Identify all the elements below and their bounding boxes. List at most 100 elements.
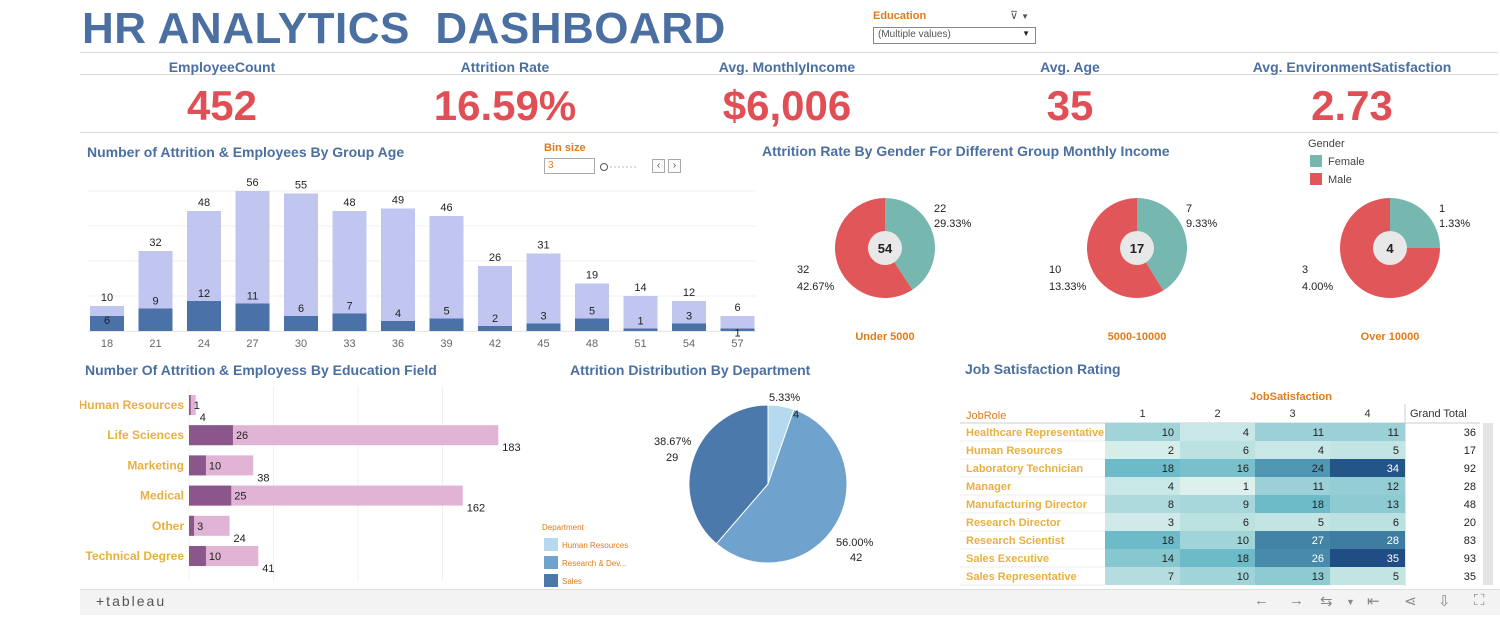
x-tick-label: 27 [246, 338, 258, 350]
job-role-label: Human Resources [966, 445, 1063, 457]
pie-total-label: 4 [1386, 241, 1394, 256]
education-field-label: Other [152, 519, 184, 533]
grand-total-value: 93 [1464, 553, 1476, 565]
x-tick-label: 39 [440, 338, 452, 350]
employee-value-label: 162 [467, 503, 485, 515]
heatmap-value: 18 [1312, 499, 1324, 511]
heatmap-value: 4 [1318, 445, 1324, 457]
heatmap-value: 5 [1318, 517, 1324, 529]
employee-value-label: 55 [295, 180, 307, 192]
female-count-label: 7 [1186, 203, 1192, 215]
heatmap-value: 13 [1312, 571, 1324, 583]
education-filter-label: Education [873, 10, 927, 22]
pie-total-label: 54 [878, 241, 893, 256]
job-role-label: Research Director [966, 517, 1061, 529]
divider [80, 52, 1498, 53]
sales-swatch [544, 574, 558, 587]
tableau-logo[interactable]: +tableau [96, 593, 166, 609]
x-tick-label: 36 [392, 338, 404, 350]
legend-item-hr[interactable]: Human Resources [544, 538, 628, 551]
department-pie-chart: 5.33% 4 56.00% 42 38.67% 29 [654, 392, 874, 564]
download-icon[interactable]: ⇩ [1438, 592, 1451, 610]
heatmap-value: 6 [1393, 517, 1399, 529]
attrition-bar [623, 328, 658, 331]
chevron-down-icon[interactable]: ▼ [1021, 12, 1029, 21]
legend-label: Sales [562, 577, 583, 586]
attrition-value-label: 12 [198, 288, 210, 300]
employee-value-label: 48 [343, 197, 355, 209]
heatmap-value: 5 [1393, 571, 1399, 583]
grand-total-header: Grand Total [1410, 408, 1467, 420]
attrition-value-label: 3 [197, 521, 203, 533]
kpi-value: 16.59% [433, 82, 577, 129]
column-header: JobSatisfaction [1250, 391, 1332, 403]
fullscreen-icon[interactable]: ⛶ [1474, 592, 1485, 609]
redo-icon[interactable]: → [1289, 592, 1304, 609]
chevron-down-icon[interactable]: ▼ [1022, 29, 1030, 38]
attrition-value-label: 2 [492, 313, 498, 325]
male-pct-label: 13.33% [1049, 281, 1087, 293]
heatmap-value: 26 [1312, 553, 1324, 565]
pie-total-label: 17 [1130, 241, 1144, 256]
education-field-label: Medical [140, 489, 184, 503]
attrition-bar [187, 301, 221, 331]
share-icon[interactable]: ⋖ [1404, 592, 1417, 610]
kpi-label: EmployeeCount [168, 59, 276, 75]
employee-value-label: 6 [734, 302, 740, 314]
job-role-label: Healthcare Representative [966, 427, 1104, 439]
legend-label: Female [1328, 156, 1365, 168]
attrition-bar [235, 303, 270, 331]
column-label: 3 [1289, 408, 1295, 420]
grand-total-value: 35 [1464, 571, 1476, 583]
employee-value-label: 49 [392, 195, 404, 207]
undo-icon[interactable]: ← [1254, 592, 1269, 609]
chevron-down-icon[interactable]: ▼ [1346, 597, 1355, 607]
hr-swatch [544, 538, 558, 551]
heatmap-value: 6 [1243, 445, 1249, 457]
income-group-label: Under 5000 [855, 331, 914, 343]
attrition-bar [332, 313, 367, 331]
x-tick-label: 45 [537, 338, 549, 350]
kpi-value: 35 [1046, 82, 1094, 129]
heatmap-value: 2 [1168, 445, 1174, 457]
employee-value-label: 4 [200, 412, 206, 424]
heatmap-value: 18 [1162, 535, 1174, 547]
education-field-label: Life Sciences [107, 428, 184, 442]
employee-value-label: 46 [440, 202, 452, 214]
employee-value-label: 38 [257, 472, 269, 484]
revert-icon[interactable]: ⇆ [1320, 592, 1333, 610]
legend-item-rd[interactable]: Research & Dev... [544, 556, 626, 569]
education-filter-select[interactable]: (Multiple values) ▼ [873, 27, 1036, 44]
heatmap-value: 8 [1168, 499, 1174, 511]
column-label: 1 [1139, 408, 1145, 420]
legend-item-sales[interactable]: Sales [544, 574, 582, 587]
kpi-value: 452 [186, 82, 258, 129]
filter-controls[interactable]: ⊽ ▼ [1010, 9, 1029, 22]
heatmap-value: 4 [1243, 427, 1249, 439]
heatmap-value: 10 [1162, 427, 1174, 439]
heatmap-value: 14 [1162, 553, 1174, 565]
rd-swatch [544, 556, 558, 569]
heatmap-value: 10 [1237, 571, 1249, 583]
age-bar-chart: 1061832921481224561127556304873349436465… [88, 177, 756, 350]
job-role-label: Sales Representative [966, 571, 1077, 583]
heatmap-value: 6 [1243, 517, 1249, 529]
x-tick-label: 18 [101, 338, 113, 350]
male-pct-label: 4.00% [1302, 281, 1333, 293]
income-group-label: 5000-10000 [1108, 331, 1167, 343]
dept-legend-title: Department [542, 523, 584, 532]
attrition-bar [189, 455, 206, 476]
edu-chart-title: Number Of Attrition & Employess By Educa… [85, 362, 437, 378]
reset-icon[interactable]: ⇤ [1367, 592, 1380, 610]
legend-item-female[interactable]: Female [1310, 155, 1365, 168]
attrition-bar [189, 485, 232, 506]
attrition-value-label: 7 [346, 301, 352, 313]
row-header: JobRole [966, 410, 1006, 422]
filter-clear-icon[interactable]: ⊽ [1010, 10, 1018, 22]
attrition-bar [672, 323, 706, 331]
x-tick-label: 24 [198, 338, 210, 350]
x-tick-label: 48 [586, 338, 598, 350]
job-role-label: Laboratory Technician [966, 463, 1083, 475]
filter-value: (Multiple values) [878, 29, 951, 40]
grand-total-value: 36 [1464, 427, 1476, 439]
